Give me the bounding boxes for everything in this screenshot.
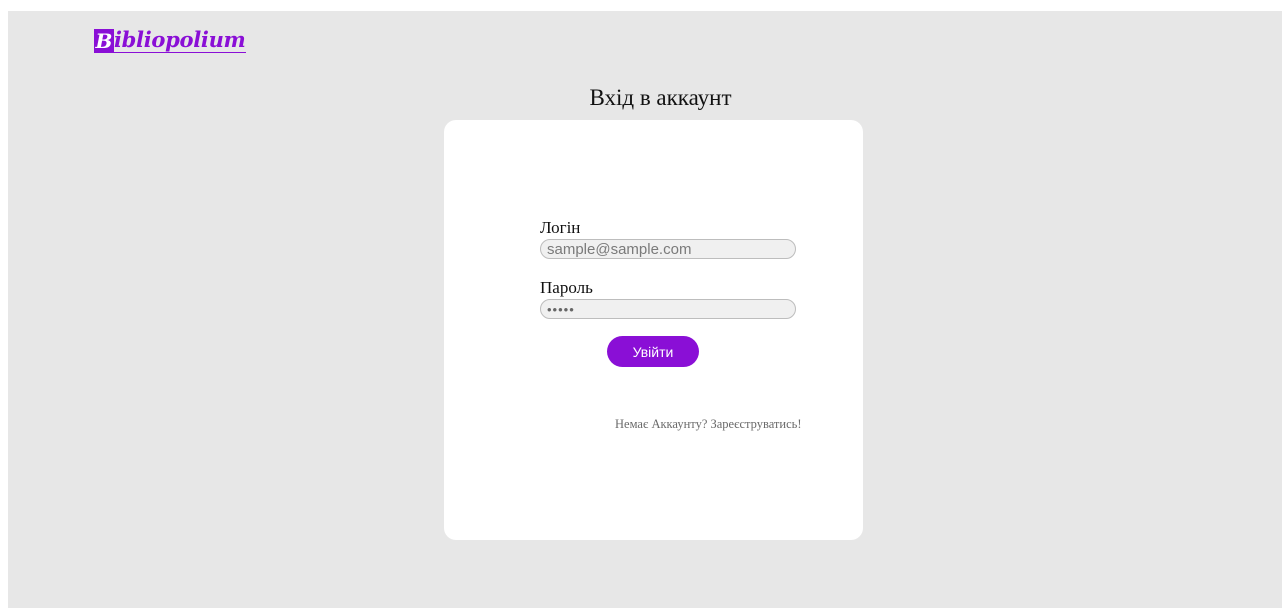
logo-text: ibliopolium — [114, 27, 247, 53]
login-card: Логін Пароль Увійти Немає Аккаунту? Заре… — [444, 120, 863, 540]
password-input[interactable] — [540, 299, 796, 319]
login-label: Логін — [540, 218, 581, 237]
login-button[interactable]: Увійти — [607, 336, 699, 367]
page-viewport: Bibliopolium Вхід в аккаунт Логін Пароль… — [8, 11, 1282, 608]
logo-mark: B — [94, 29, 114, 53]
login-input[interactable] — [540, 239, 796, 259]
register-link[interactable]: Немає Аккаунту? Зареєструватись! — [615, 417, 802, 432]
logo-link[interactable]: Bibliopolium — [94, 21, 247, 53]
password-label: Пароль — [540, 278, 593, 297]
page-title: Вхід в аккаунт — [589, 85, 732, 110]
